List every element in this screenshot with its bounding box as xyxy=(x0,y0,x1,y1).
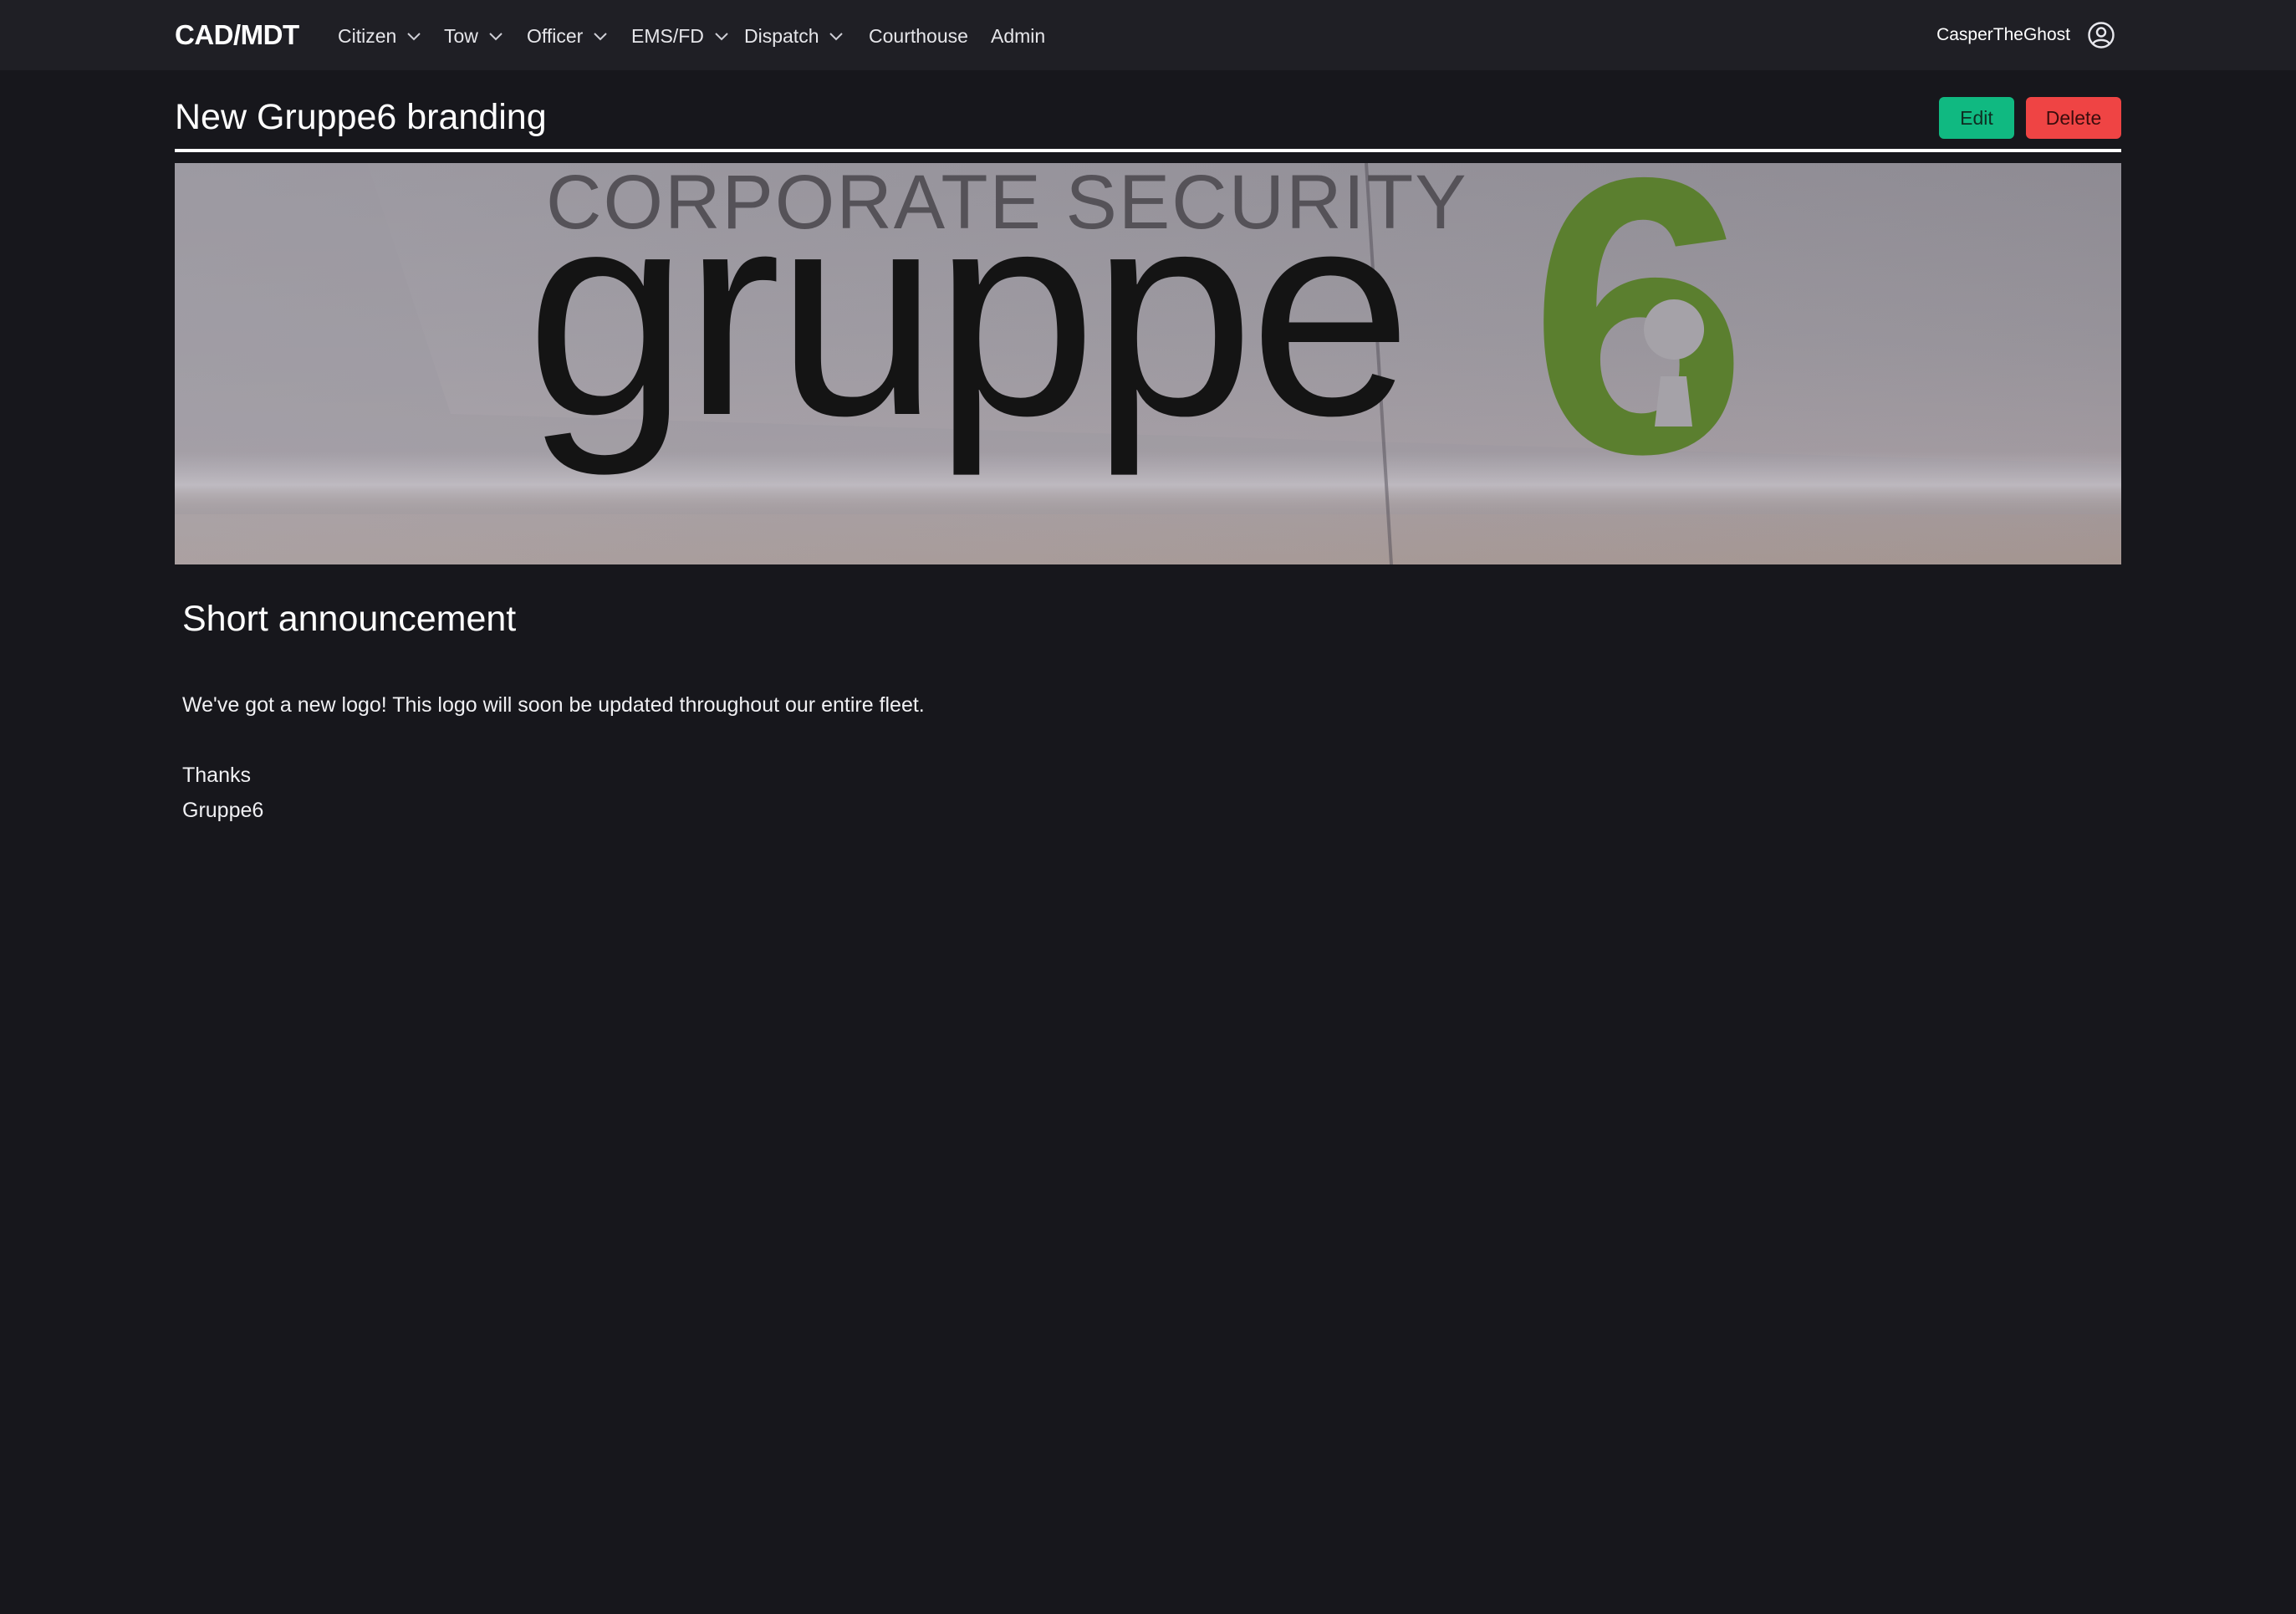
user-circle-icon[interactable] xyxy=(2087,21,2115,49)
announcement-banner-image: CORPORATE SECURITY gruppe 6 xyxy=(175,163,2121,564)
gruppe6-green-mark: 6 xyxy=(1529,163,1748,535)
edit-button[interactable]: Edit xyxy=(1939,97,2014,139)
banner-logo-word: gruppe xyxy=(526,163,1407,478)
title-divider xyxy=(175,149,2121,152)
nav-citizen-label: Citizen xyxy=(338,25,397,47)
nav-dispatch[interactable]: Dispatch xyxy=(744,23,844,49)
announcement-signature: Gruppe6 xyxy=(182,799,264,822)
announcement-closing: Thanks xyxy=(182,764,251,787)
page-title: New Gruppe6 branding xyxy=(175,97,547,137)
chevron-down-icon xyxy=(489,33,503,41)
delete-button[interactable]: Delete xyxy=(2026,97,2121,139)
chevron-down-icon xyxy=(594,33,608,41)
nav-dispatch-label: Dispatch xyxy=(744,25,819,47)
announcement-heading: Short announcement xyxy=(182,599,517,639)
nav-admin[interactable]: Admin xyxy=(991,23,1045,49)
nav-officer-label: Officer xyxy=(527,25,584,47)
gruppe6-logo-photo: CORPORATE SECURITY gruppe 6 xyxy=(175,163,2121,564)
top-navbar: CAD/MDT Citizen Tow Officer EMS/FD Dispa… xyxy=(0,0,2296,70)
brand-logo[interactable]: CAD/MDT xyxy=(175,18,299,52)
nav-tow-label: Tow xyxy=(444,25,478,47)
chevron-down-icon xyxy=(715,33,728,41)
nav-courthouse[interactable]: Courthouse xyxy=(869,23,968,49)
nav-ems-fd-label: EMS/FD xyxy=(631,25,704,47)
nav-officer[interactable]: Officer xyxy=(527,23,608,49)
nav-ems-fd[interactable]: EMS/FD xyxy=(631,23,729,49)
nav-citizen[interactable]: Citizen xyxy=(338,23,421,49)
nav-tow[interactable]: Tow xyxy=(444,23,503,49)
banner-logo-mark: 6 xyxy=(1529,163,1748,535)
username: CasperTheGhost xyxy=(1936,25,2070,44)
chevron-down-icon xyxy=(407,33,421,41)
user-menu[interactable]: CasperTheGhost xyxy=(1936,20,2115,50)
announcement-paragraph: We've got a new logo! This logo will soo… xyxy=(182,693,925,717)
chevron-down-icon xyxy=(829,33,844,41)
